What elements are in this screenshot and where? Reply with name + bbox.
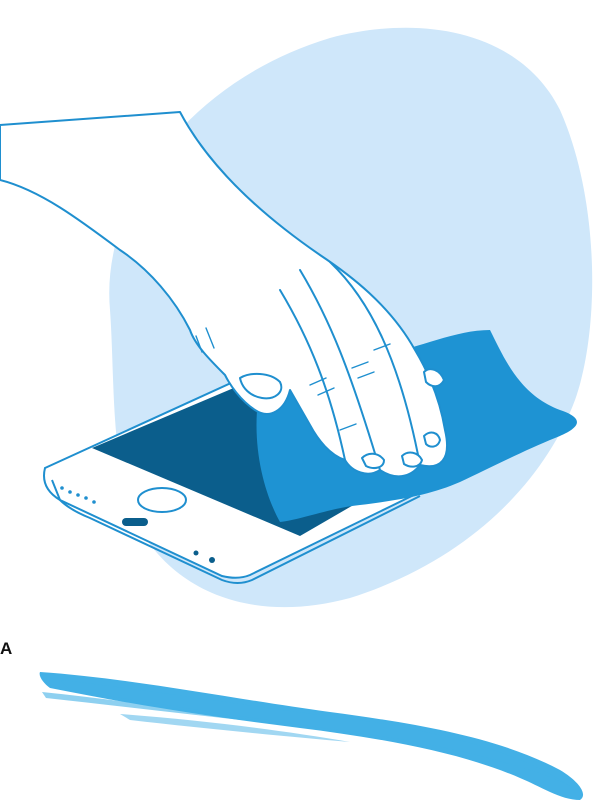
brush-stroke-decoration (39, 672, 584, 800)
illustration-canvas: A (0, 0, 596, 810)
corner-label: A (0, 639, 13, 658)
hand-cleaning-phone-illustration (0, 27, 593, 800)
